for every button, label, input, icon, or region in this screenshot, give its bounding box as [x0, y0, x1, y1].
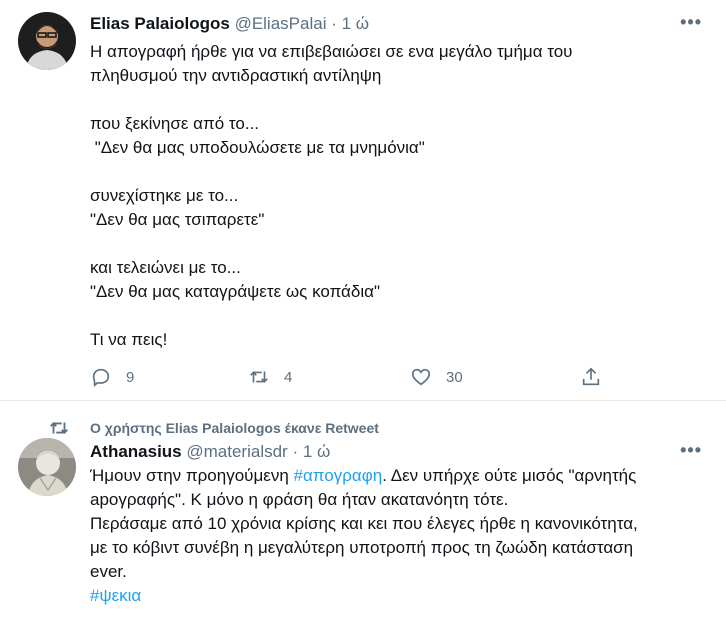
retweet-button[interactable]: 4	[248, 366, 292, 388]
tweet-header: Athanasius @materialsdr · 1 ώ	[90, 442, 330, 462]
author-name[interactable]: Elias Palaiologos	[90, 14, 230, 33]
tweet-header: Elias Palaiologos @EliasPalai · 1 ώ	[90, 14, 369, 34]
retweet-icon	[250, 371, 268, 383]
tweet-actions: 9 4 30	[90, 366, 610, 392]
timestamp[interactable]: 1 ώ	[342, 14, 369, 33]
share-icon	[582, 367, 600, 386]
avatar[interactable]	[18, 438, 76, 496]
retweet-notice[interactable]: Ο χρήστης Elias Palaiologos έκανε Retwee…	[48, 417, 379, 439]
author-handle[interactable]: @materialsdr	[186, 442, 287, 461]
hashtag-link[interactable]: #απογραφη	[294, 466, 383, 485]
tweet[interactable]: Elias Palaiologos @EliasPalai · 1 ώ ••• …	[0, 0, 726, 401]
like-count: 30	[446, 368, 463, 386]
retweet-notice-text: Ο χρήστης Elias Palaiologos έκανε Retwee…	[90, 420, 379, 436]
like-icon	[411, 368, 431, 386]
author-name[interactable]: Athanasius	[90, 442, 182, 461]
reply-button[interactable]: 9	[90, 366, 134, 388]
avatar[interactable]	[18, 12, 76, 70]
like-button[interactable]: 30	[410, 366, 463, 388]
reply-count: 9	[126, 368, 135, 386]
more-options-button[interactable]: •••	[680, 440, 702, 461]
share-button[interactable]	[580, 366, 602, 388]
separator: ·	[292, 442, 299, 461]
tweet-text: Η απογραφή ήρθε για να επιβεβαιώσει σε ε…	[90, 42, 573, 349]
tweet-text-part: Ήμουν στην προηγούμενη	[90, 466, 294, 485]
tweet-text: Ήμουν στην προηγούμενη #απογραφη. Δεν υπ…	[90, 464, 700, 608]
hashtag-link[interactable]: #ψεκια	[90, 586, 141, 605]
author-handle[interactable]: @EliasPalai	[235, 14, 327, 33]
reply-icon	[92, 368, 110, 388]
tweet[interactable]: Ο χρήστης Elias Palaiologos έκανε Retwee…	[0, 401, 726, 621]
retweet-icon	[50, 422, 68, 434]
separator: ·	[331, 14, 337, 33]
timestamp[interactable]: 1 ώ	[303, 442, 330, 461]
more-options-button[interactable]: •••	[680, 12, 702, 33]
retweet-count: 4	[284, 368, 293, 386]
